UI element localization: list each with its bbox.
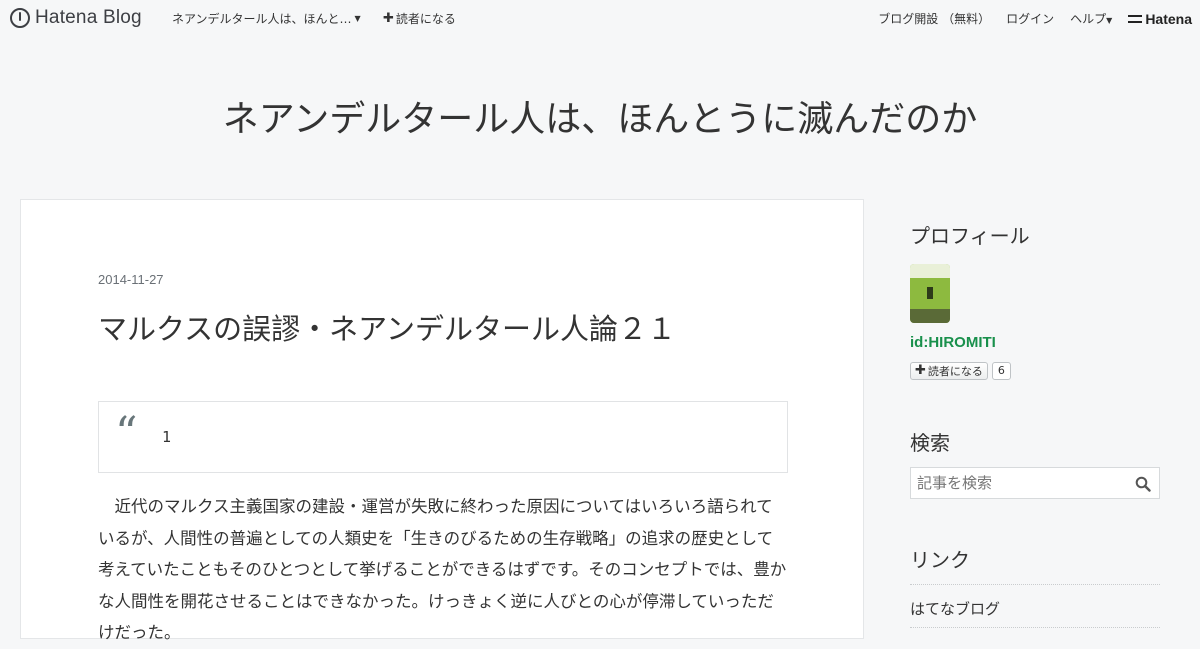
plus-icon: ✚ [383,10,394,26]
hatena-blog-logo-icon [10,8,30,28]
avatar-figure [927,287,933,299]
divider [910,584,1160,585]
entry-title[interactable]: マルクスの誤謬・ネアンデルタール人論２１ [98,306,676,348]
blockquote: “ 1 [98,401,788,473]
logo-text: Hatena Blog [35,7,142,28]
links-heading: リンク [910,548,970,572]
search-heading: 検索 [910,431,950,455]
avatar-band-top [910,264,950,278]
search-input[interactable] [911,468,1131,498]
header-right-menu: ブログ開設 （無料） ログイン ヘルプ▼ Hatena [862,10,1192,27]
plus-icon: ✚ [915,363,926,378]
avatar-band-bottom [910,309,950,323]
entry-body: 近代のマルクス主義国家の建設・運営が失敗に終わった原因についてはいろいろ語られて… [98,491,788,649]
blog-title[interactable]: ネアンデルタール人は、ほんとうに滅んだのか [0,90,1200,142]
divider [910,627,1160,628]
hatena-blog-logo[interactable]: Hatena Blog [10,7,142,29]
caret-down-icon: ▼ [354,14,361,23]
caret-down-icon: ▼ [1106,16,1113,25]
entry-paragraph: 近代のマルクス主義国家の建設・運営が失敗に終わった原因についてはいろいろ語られて… [98,497,787,642]
entry-date[interactable]: 2014-11-27 [98,272,164,287]
blog-menu-label: ネアンデルタール人は、ほんと… [172,12,352,26]
sidebar-subscribe-label: 読者になる [927,365,983,378]
login-link[interactable]: ログイン [1006,10,1054,27]
help-label: ヘルプ [1070,12,1107,26]
create-blog-link[interactable]: ブログ開設 （無料） [878,10,990,27]
profile-id-link[interactable]: id:HIROMITI [910,334,996,351]
subscribe-label: 読者になる [395,12,456,26]
search-box [910,467,1160,499]
link-hatena-blog[interactable]: はてなブログ [910,598,1000,619]
avatar[interactable] [910,264,950,323]
global-header: Hatena Blog ネアンデルタール人は、ほんと… ▼ ✚ 読者になる ブロ… [0,0,1200,36]
sidebar-subscribe-button[interactable]: ✚ 読者になる [910,362,988,380]
blog-menu-dropdown[interactable]: ネアンデルタール人は、ほんと… ▼ [172,10,361,27]
quote-mark-icon: “ [115,408,138,459]
quote-text: 1 [162,428,172,446]
hatena-brand-icon [1128,14,1143,23]
subscriber-count: 6 [991,362,1011,380]
subscribe-widget: ✚ 読者になる 6 [910,362,1011,380]
search-icon[interactable] [1135,476,1151,492]
profile-heading: プロフィール [910,224,1030,248]
hatena-brand-link[interactable]: Hatena [1128,11,1192,27]
hatena-brand-label: Hatena [1145,10,1192,27]
subscribe-button[interactable]: ✚ 読者になる [383,10,456,27]
help-menu[interactable]: ヘルプ▼ [1070,10,1112,27]
entry-card: 2014-11-27 マルクスの誤謬・ネアンデルタール人論２１ “ 1 近代のマ… [20,199,864,642]
